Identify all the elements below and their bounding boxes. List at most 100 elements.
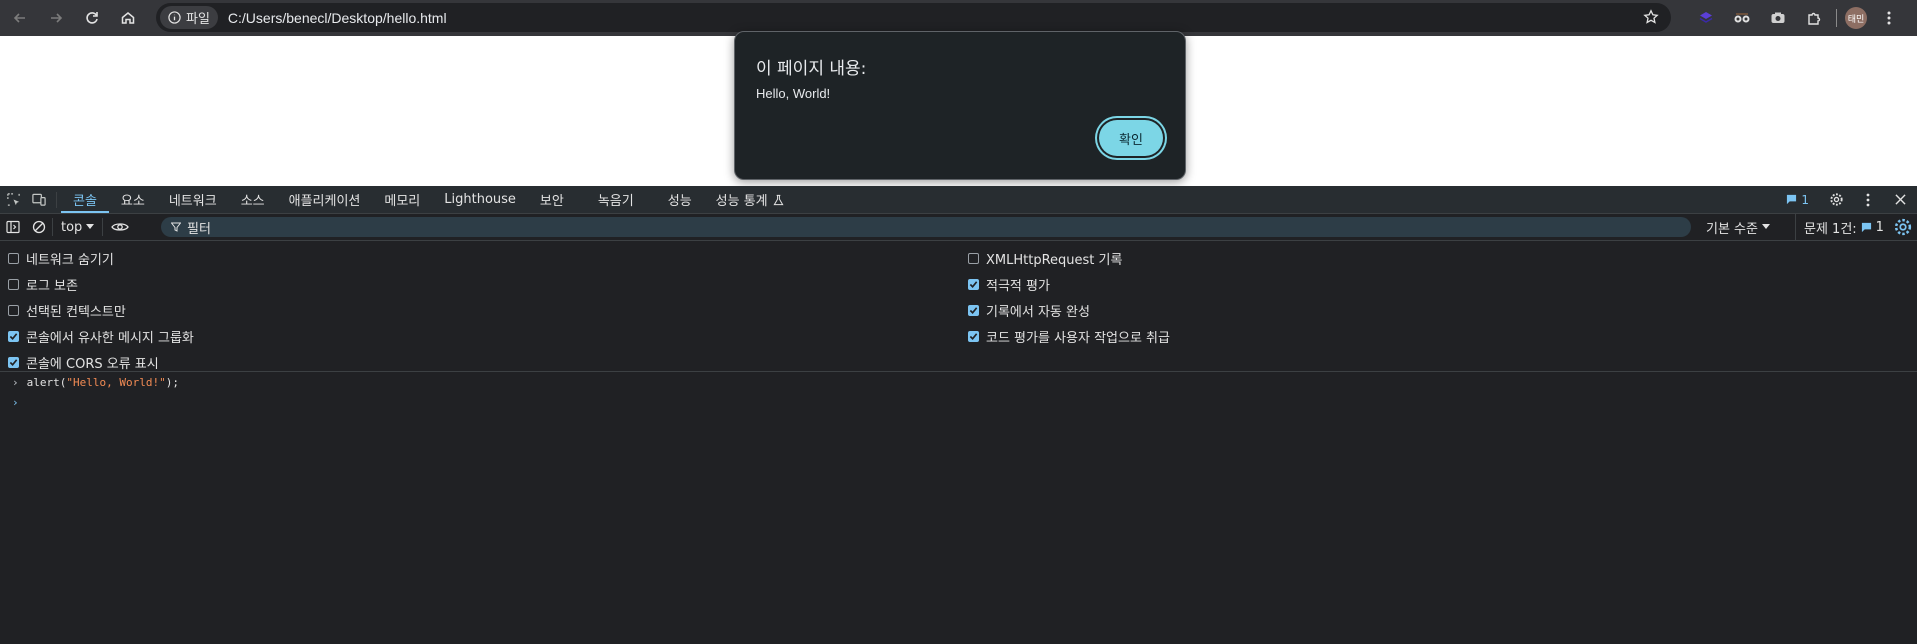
site-info-chip[interactable]: 파일 [160, 6, 218, 29]
tab-lighthouse[interactable]: Lighthouse [432, 186, 528, 213]
log-level-label: 기본 수준 [1706, 221, 1758, 237]
checkbox[interactable] [968, 253, 979, 264]
checkbox-checked[interactable] [968, 279, 979, 290]
console-settings-gear-icon[interactable] [1893, 217, 1913, 237]
layers-icon [1699, 12, 1713, 23]
message-icon [1787, 194, 1797, 205]
setting-label: 적극적 평가 [986, 279, 1050, 294]
forward-button[interactable] [40, 4, 72, 32]
clear-console-button[interactable] [26, 214, 52, 240]
setting-log-xhr[interactable]: XMLHttpRequest 기록 [968, 249, 1122, 268]
issues-label: 문제 1건: [1804, 221, 1857, 237]
alert-dialog: 이 페이지 내용: Hello, World! 확인 [734, 31, 1186, 180]
setting-preserve-log[interactable]: 로그 보존 [8, 275, 78, 294]
device-icon [32, 193, 46, 206]
kebab-menu-icon [1866, 193, 1870, 206]
extension-glasses-button[interactable] [1728, 4, 1756, 32]
tab-network[interactable]: 네트워크 [157, 186, 229, 213]
inspect-icon [6, 193, 20, 206]
console-prompt-line[interactable]: › [12, 396, 19, 409]
devtools-menu-button[interactable] [1855, 187, 1881, 213]
console-input-line: › alert("Hello, World!"); [12, 376, 179, 389]
checkbox[interactable] [8, 279, 19, 290]
message-count: 1 [1801, 192, 1809, 207]
setting-label: 선택된 컨텍스트만 [26, 305, 126, 320]
device-toolbar-button[interactable] [26, 187, 52, 213]
camera-icon [1771, 12, 1785, 23]
setting-show-cors-errors[interactable]: 콘솔에 CORS 오류 표시 [8, 353, 159, 372]
checkbox[interactable] [8, 253, 19, 264]
log-level-dropdown[interactable]: 기본 수준 [1706, 214, 1770, 240]
tab-performance[interactable]: 성능 [656, 186, 704, 213]
checkbox-checked[interactable] [968, 331, 979, 342]
site-chip-label: 파일 [186, 12, 210, 27]
extensions-menu-button[interactable] [1800, 4, 1828, 32]
flask-icon [773, 194, 784, 205]
checkmark-icon [969, 281, 978, 288]
tab-console[interactable]: 콘솔 [61, 186, 109, 213]
alert-title: 이 페이지 내용: [756, 59, 867, 79]
checkmark-icon [9, 333, 18, 340]
setting-hide-network[interactable]: 네트워크 숨기기 [8, 249, 114, 268]
extension-layers-button[interactable] [1692, 4, 1720, 32]
setting-label: 콘솔에 CORS 오류 표시 [26, 357, 159, 372]
checkmark-icon [9, 359, 18, 366]
checkmark-icon [969, 333, 978, 340]
devtools-close-button[interactable] [1887, 187, 1913, 213]
setting-user-activation[interactable]: 코드 평가를 사용자 작업으로 취급 [968, 327, 1170, 346]
checkbox[interactable] [8, 305, 19, 316]
console-settings-panel: 네트워크 숨기기 로그 보존 선택된 컨텍스트만 콘솔에서 유사한 메시지 그룹… [0, 241, 1917, 372]
sidebar-icon [6, 220, 20, 234]
checkbox-checked[interactable] [968, 305, 979, 316]
close-icon [1894, 194, 1906, 205]
dropdown-triangle-icon [1761, 224, 1770, 229]
alert-ok-button[interactable]: 확인 [1099, 120, 1163, 156]
message-icon [1861, 222, 1871, 232]
url-text[interactable]: C:/Users/benecl/Desktop/hello.html [228, 10, 447, 26]
extension-camera-button[interactable] [1764, 4, 1792, 32]
home-button[interactable] [112, 4, 144, 32]
filter-input[interactable]: 필터 [161, 217, 1691, 237]
console-code[interactable]: alert("Hello, World!"); [27, 376, 179, 389]
console-toolbar: top 필터 기본 수준 문제 1건: 1 [0, 214, 1917, 241]
tab-security[interactable]: 보안 [528, 186, 576, 213]
inspect-element-button[interactable] [0, 187, 26, 213]
dropdown-triangle-icon [86, 224, 95, 229]
tab-separator [56, 191, 57, 208]
tab-recorder[interactable]: 녹음기 [586, 186, 646, 213]
bookmark-star-icon[interactable] [1643, 9, 1659, 25]
back-button[interactable] [4, 4, 36, 32]
checkbox-checked[interactable] [8, 357, 19, 368]
address-bar[interactable]: 파일 C:/Users/benecl/Desktop/hello.html [156, 3, 1671, 32]
tab-application[interactable]: 애플리케이션 [277, 186, 373, 213]
setting-selected-context-only[interactable]: 선택된 컨텍스트만 [8, 301, 126, 320]
context-selector[interactable]: top [52, 218, 104, 236]
live-expression-button[interactable] [107, 214, 133, 240]
tab-elements[interactable]: 요소 [109, 186, 157, 213]
message-count-badge[interactable]: 1 [1786, 193, 1817, 207]
setting-autocomplete-history[interactable]: 기록에서 자동 완성 [968, 301, 1090, 320]
devtools-settings-button[interactable] [1823, 187, 1849, 213]
devtools-right-controls: 1 [1786, 186, 1913, 213]
tab-performance-insights[interactable]: 성능 통계 [704, 186, 796, 213]
setting-group-similar[interactable]: 콘솔에서 유사한 메시지 그룹화 [8, 327, 194, 346]
browser-menu-button[interactable] [1875, 4, 1903, 32]
devtools-tab-bar: 콘솔 요소 네트워크 소스 애플리케이션 메모리 Lighthouse 보안 녹… [0, 186, 1917, 214]
checkmark-icon [969, 307, 978, 314]
setting-label: 콘솔에서 유사한 메시지 그룹화 [26, 331, 194, 346]
toolbar-separator [1836, 9, 1837, 27]
devtools-panel: 콘솔 요소 네트워크 소스 애플리케이션 메모리 Lighthouse 보안 녹… [0, 186, 1917, 644]
reload-button[interactable] [76, 4, 108, 32]
toggle-sidebar-button[interactable] [0, 214, 26, 240]
profile-avatar[interactable]: 태민 [1845, 7, 1867, 29]
code-prefix: alert( [26, 376, 67, 389]
setting-label: XMLHttpRequest 기록 [986, 253, 1123, 268]
context-label: top [61, 219, 83, 235]
kebab-menu-icon [1887, 11, 1891, 25]
issues-counter[interactable]: 문제 1건: 1 [1795, 214, 1884, 240]
setting-eager-evaluation[interactable]: 적극적 평가 [968, 275, 1050, 294]
filter-icon [171, 222, 181, 232]
checkbox-checked[interactable] [8, 331, 19, 342]
tab-sources[interactable]: 소스 [229, 186, 277, 213]
tab-memory[interactable]: 메모리 [372, 186, 432, 213]
